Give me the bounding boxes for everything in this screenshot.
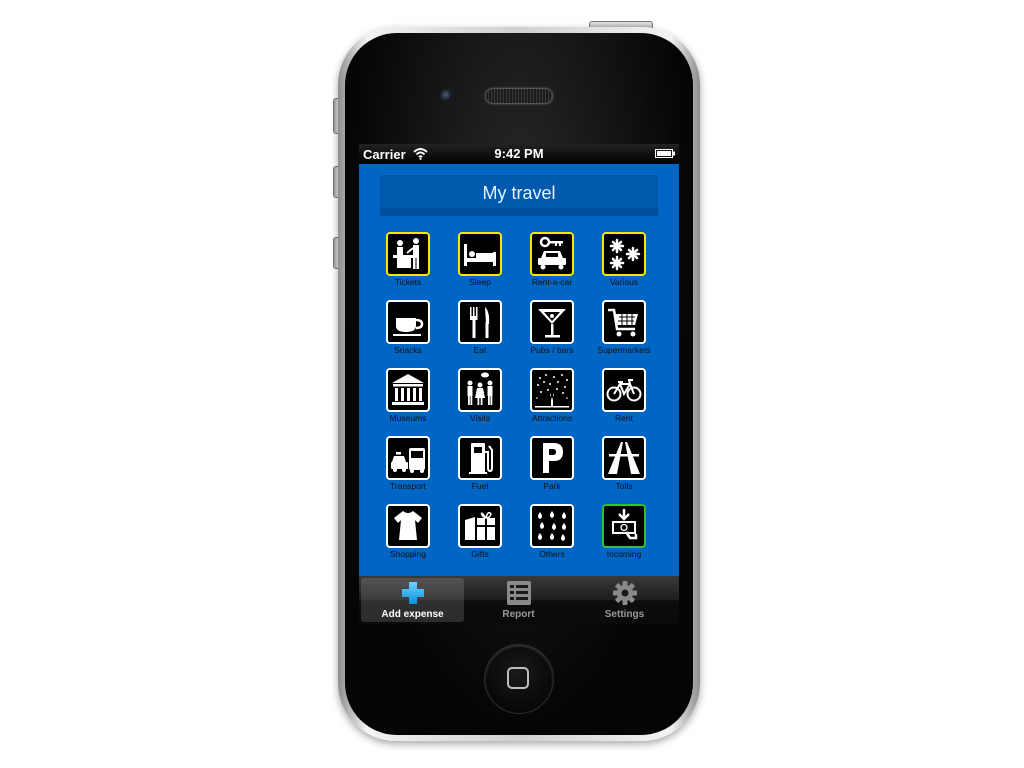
- tile: [458, 436, 502, 480]
- tile: [602, 368, 646, 412]
- category-museums[interactable]: Museums: [372, 368, 444, 432]
- app-content: My travel Tickets Sleep Rent-a-car Vario…: [359, 164, 679, 576]
- tile: [458, 504, 502, 548]
- fork-knife-icon: [470, 307, 490, 338]
- plus-icon: [402, 582, 424, 604]
- tile: [458, 368, 502, 412]
- category-rent[interactable]: Rent: [588, 368, 660, 432]
- category-tolls[interactable]: Tolls: [588, 436, 660, 500]
- bicycle-icon: [606, 379, 642, 402]
- museum-icon: [392, 374, 424, 405]
- taxi-bus-icon: [391, 448, 425, 473]
- tile: [458, 232, 502, 276]
- category-park[interactable]: Park: [516, 436, 588, 500]
- category-incoming[interactable]: Incoming: [588, 504, 660, 568]
- front-camera: [440, 89, 454, 103]
- category-tickets[interactable]: Tickets: [372, 232, 444, 296]
- shopping-cart-icon: [608, 308, 638, 337]
- earpiece-speaker: [485, 88, 553, 104]
- tile: [602, 436, 646, 480]
- fuel-pump-icon: [469, 443, 493, 474]
- category-transport[interactable]: Transport: [372, 436, 444, 500]
- title-bar: My travel: [380, 174, 658, 216]
- category-visits[interactable]: Visits: [444, 368, 516, 432]
- asterisks-icon: [609, 238, 641, 271]
- tile: [530, 232, 574, 276]
- tile: [386, 504, 430, 548]
- tab-add-expense[interactable]: Add expense: [361, 578, 464, 622]
- category-label: Rent: [615, 413, 633, 423]
- parking-icon: [543, 443, 563, 473]
- category-label: Tolls: [615, 481, 633, 491]
- category-sleep[interactable]: Sleep: [444, 232, 516, 296]
- dress-icon: [394, 511, 422, 540]
- tile: [458, 300, 502, 344]
- tile: [530, 300, 574, 344]
- tile: [530, 436, 574, 480]
- tile: [530, 504, 574, 548]
- category-gifts[interactable]: Gifts: [444, 504, 516, 568]
- category-others[interactable]: Others: [516, 504, 588, 568]
- category-label: Supermarkets: [597, 345, 651, 355]
- category-attractions[interactable]: Attractions: [516, 368, 588, 432]
- fireworks-icon: [535, 374, 569, 408]
- highway-icon: [608, 442, 640, 474]
- category-fuel[interactable]: Fuel: [444, 436, 516, 500]
- category-eat[interactable]: Eat: [444, 300, 516, 364]
- tab-settings[interactable]: Settings: [573, 578, 676, 622]
- tile: [602, 232, 646, 276]
- tab-report[interactable]: Report: [467, 578, 570, 622]
- cocktail-glass-icon: [538, 309, 566, 338]
- category-label: Incoming: [606, 549, 642, 559]
- tile: [386, 436, 430, 480]
- coffee-cup-icon: [393, 318, 424, 336]
- tile: [386, 300, 430, 344]
- tab-label: Report: [502, 609, 535, 620]
- category-rent-a-car[interactable]: Rent-a-car: [516, 232, 588, 296]
- tile: [386, 368, 430, 412]
- status-bar: Carrier 9:42 PM: [359, 144, 679, 164]
- report-list-icon: [507, 581, 531, 605]
- phone-screen: Carrier 9:42 PM My travel Tickets Sleep …: [359, 144, 679, 624]
- tile: [602, 300, 646, 344]
- category-various[interactable]: Various: [588, 232, 660, 296]
- home-square-icon: [507, 667, 529, 689]
- incoming-money-icon: [612, 509, 638, 540]
- category-snacks[interactable]: Snacks: [372, 300, 444, 364]
- clock: 9:42 PM: [494, 146, 544, 161]
- category-shopping[interactable]: Shopping: [372, 504, 444, 568]
- tab-bar: Add expense Report Settings: [359, 576, 679, 624]
- home-button[interactable]: [484, 644, 554, 714]
- tickets-icon: [393, 238, 419, 269]
- drops-icon: [538, 511, 566, 541]
- car-key-icon: [538, 236, 566, 270]
- category-label: Various: [609, 277, 639, 287]
- tab-label: Settings: [604, 609, 645, 620]
- page-title: My travel: [482, 183, 556, 203]
- tile: [386, 232, 430, 276]
- battery-icon: [655, 149, 675, 158]
- tile: [530, 368, 574, 412]
- gear-icon: [613, 581, 637, 605]
- tab-label: Add expense: [381, 609, 444, 620]
- tourists-icon: [467, 372, 493, 405]
- gift-icon: [465, 511, 495, 540]
- category-supermarkets[interactable]: Supermarkets: [588, 300, 660, 364]
- tile: [602, 504, 646, 548]
- bed-icon: [464, 244, 496, 266]
- category-pubs-bars[interactable]: Pubs / bars: [516, 300, 588, 364]
